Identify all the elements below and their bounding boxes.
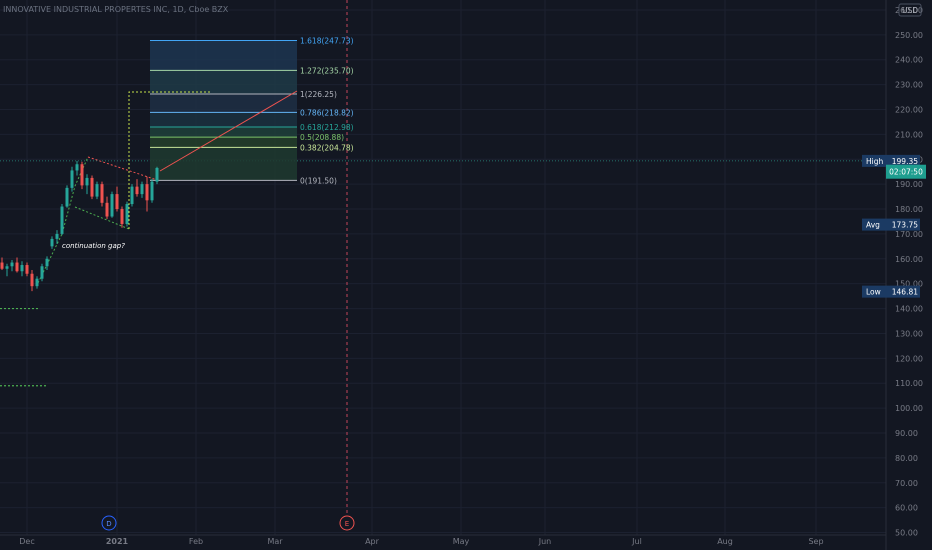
y-tick-label: 100.00	[895, 404, 923, 413]
candle-body	[25, 265, 29, 274]
x-tick-label: Apr	[365, 537, 380, 546]
candle-body	[65, 187, 69, 207]
candle-body	[10, 262, 14, 267]
y-tick-label: 110.00	[895, 379, 923, 388]
candle-body	[50, 238, 54, 247]
candle-body	[35, 278, 39, 287]
candle-body	[80, 164, 84, 186]
y-tick-label: 190.00	[895, 180, 923, 189]
x-tick-label: Aug	[717, 537, 733, 546]
candle-body	[40, 266, 44, 279]
y-tick-label: 250.00	[895, 31, 923, 40]
candle-body	[85, 177, 89, 186]
fib-level-label: 0(191.50)	[300, 176, 337, 185]
earnings-marker-label: E	[345, 520, 349, 528]
candle-body	[5, 266, 9, 269]
candle-body	[95, 184, 99, 197]
x-tick-label: Sep	[808, 537, 823, 546]
y-tick-label: 170.00	[895, 230, 923, 239]
x-tick-label: Jun	[538, 537, 552, 546]
candle-body	[100, 184, 104, 203]
candle-body	[45, 258, 49, 267]
candle-body	[90, 177, 94, 197]
fib-level-label: 0.5(208.88)	[300, 133, 344, 142]
y-tick-label: 160.00	[895, 255, 923, 264]
fib-level-label: 0.618(212.98)	[300, 123, 354, 132]
fib-zone	[150, 40, 297, 71]
high-tag-label: High	[866, 157, 883, 166]
fib-level-label: 0.382(204.78)	[300, 143, 354, 152]
candle-body	[70, 170, 74, 188]
chart-title: INNOVATIVE INDUSTRIAL PROPERTES INC, 1D,…	[3, 5, 229, 14]
y-tick-label: 50.00	[895, 529, 918, 538]
fib-zone	[150, 137, 297, 148]
candle-body	[15, 262, 19, 272]
fib-level-label: 0.786(218.82)	[300, 108, 354, 117]
candle-body	[125, 204, 129, 224]
x-tick-label: May	[453, 537, 470, 546]
candle-body	[30, 273, 34, 287]
candle-body	[0, 262, 4, 269]
fib-zone	[150, 70, 297, 94]
avg-tag-value: 173.75	[892, 221, 918, 230]
fib-zone	[150, 126, 297, 138]
fib-level-label: 1.272(235.70)	[300, 66, 354, 75]
candle-body	[60, 206, 64, 234]
candle-body	[110, 194, 114, 217]
candle-body	[75, 164, 79, 171]
x-tick-label: 2021	[106, 537, 129, 546]
high-tag-value: 199.35	[892, 157, 918, 166]
fib-zone	[150, 112, 297, 127]
y-tick-label: 130.00	[895, 329, 923, 338]
price-chart[interactable]: 0(191.50) 0.382(204.78)0.5(208.88)0.618(2…	[0, 0, 932, 550]
avg-tag-label: Avg	[866, 221, 880, 230]
x-tick-label: Dec	[19, 537, 34, 546]
y-tick-label: 210.00	[895, 130, 923, 139]
candle-body	[155, 167, 159, 182]
candle-body	[115, 194, 119, 210]
candle-body	[145, 184, 149, 201]
x-tick-label: Jul	[631, 537, 642, 546]
candle-body	[20, 265, 24, 272]
fib-level-label: 1.618(247.73)	[300, 36, 354, 45]
y-tick-label: 80.00	[895, 454, 918, 463]
x-tick-label: Mar	[267, 537, 283, 546]
countdown-timer: 02:07:50	[889, 168, 923, 177]
low-tag-label: Low	[866, 288, 881, 297]
fib-level-label: 1(226.25)	[300, 90, 337, 99]
candle-body	[120, 209, 124, 224]
y-tick-label: 90.00	[895, 429, 918, 438]
candle-body	[135, 186, 139, 195]
candle-body	[105, 202, 109, 217]
y-tick-label: 120.00	[895, 354, 923, 363]
y-tick-label: 230.00	[895, 81, 923, 90]
y-tick-label: 140.00	[895, 305, 923, 314]
candle-body	[140, 184, 144, 195]
y-tick-label: 240.00	[895, 56, 923, 65]
y-tick-label: 70.00	[895, 479, 918, 488]
chart-background	[0, 0, 932, 550]
candle-body	[55, 233, 59, 239]
dividend-marker-label: D	[106, 520, 111, 528]
y-tick-label: 180.00	[895, 205, 923, 214]
annotation-continuation-gap[interactable]: continuation gap?	[62, 242, 125, 250]
candle-body	[130, 186, 134, 205]
y-tick-label: 60.00	[895, 504, 918, 513]
y-tick-label: 220.00	[895, 105, 923, 114]
candle-body	[150, 181, 154, 201]
low-tag-value: 146.81	[892, 288, 918, 297]
currency-label: USD	[902, 6, 918, 15]
fib-zone	[150, 93, 297, 113]
x-tick-label: Feb	[189, 537, 203, 546]
